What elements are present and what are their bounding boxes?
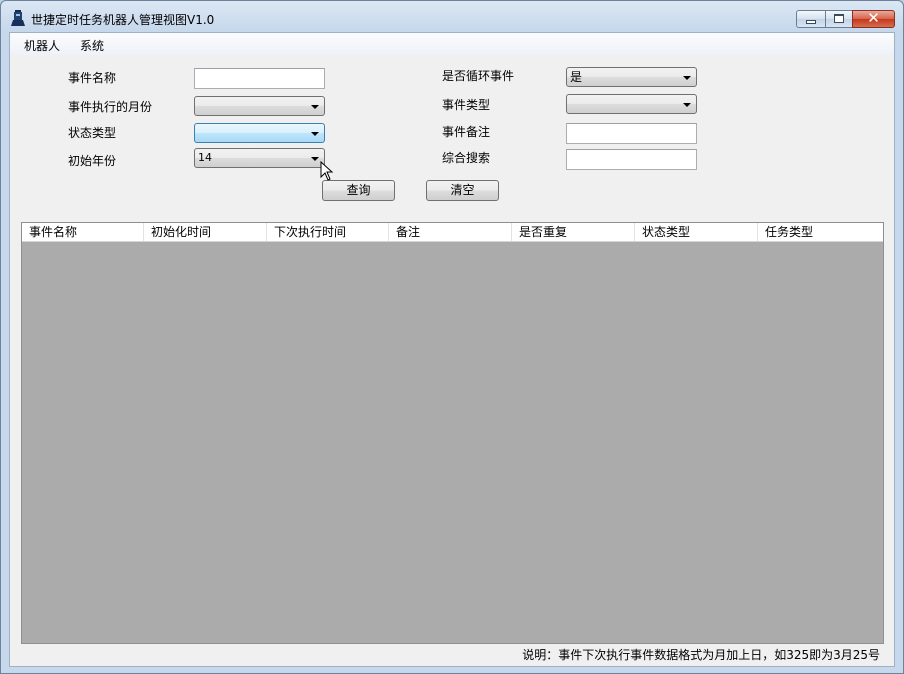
app-window: 世捷定时任务机器人管理视图V1.0 ✕ 机器人 系统 事件名称 事件执行的月份 … xyxy=(0,0,904,674)
chevron-down-icon xyxy=(311,105,319,109)
col-status-type[interactable]: 状态类型 xyxy=(635,223,758,241)
client-area: 机器人 系统 事件名称 事件执行的月份 状态类型 初始年份 14 是否循环事件 … xyxy=(9,32,895,667)
event-name-input[interactable] xyxy=(194,68,325,89)
task-grid[interactable]: 事件名称 初始化时间 下次执行时间 备注 是否重复 状态类型 任务类型 xyxy=(21,222,884,644)
window-title: 世捷定时任务机器人管理视图V1.0 xyxy=(31,13,215,27)
loop-event-value: 是 xyxy=(570,70,583,84)
start-year-combo[interactable]: 14 xyxy=(194,148,325,168)
mouse-cursor-icon xyxy=(320,161,334,181)
maximize-button[interactable] xyxy=(825,10,852,28)
grid-header: 事件名称 初始化时间 下次执行时间 备注 是否重复 状态类型 任务类型 xyxy=(22,223,883,242)
caption-buttons: ✕ xyxy=(796,9,895,28)
event-month-combo[interactable] xyxy=(194,96,325,116)
chevron-down-icon xyxy=(311,157,319,161)
loop-event-label: 是否循环事件 xyxy=(442,69,515,83)
event-month-label: 事件执行的月份 xyxy=(68,100,153,114)
loop-event-combo[interactable]: 是 xyxy=(566,67,697,87)
minimize-icon xyxy=(806,20,816,24)
footer-note: 说明：事件下次执行事件数据格式为月加上日，如325即为3月25号 xyxy=(522,648,880,662)
col-task-type[interactable]: 任务类型 xyxy=(758,223,883,241)
col-repeat[interactable]: 是否重复 xyxy=(512,223,635,241)
chevron-down-icon xyxy=(311,132,319,136)
start-year-value: 14 xyxy=(198,151,212,164)
event-type-combo[interactable] xyxy=(566,94,697,114)
title-bar[interactable]: 世捷定时任务机器人管理视图V1.0 ✕ xyxy=(1,1,903,33)
search-label: 综合搜索 xyxy=(442,151,491,165)
search-input[interactable] xyxy=(566,149,697,170)
minimize-button[interactable] xyxy=(796,10,825,28)
event-note-label: 事件备注 xyxy=(442,125,491,139)
col-event-name[interactable]: 事件名称 xyxy=(22,223,144,241)
status-type-combo[interactable] xyxy=(194,123,325,143)
event-note-input[interactable] xyxy=(566,123,697,144)
close-button[interactable]: ✕ xyxy=(852,9,895,28)
event-name-label: 事件名称 xyxy=(68,71,117,85)
col-next-run[interactable]: 下次执行时间 xyxy=(267,223,389,241)
maximize-icon xyxy=(834,14,844,23)
col-note[interactable]: 备注 xyxy=(389,223,512,241)
clear-button[interactable]: 清空 xyxy=(426,180,499,201)
chevron-down-icon xyxy=(683,103,691,107)
start-year-label: 初始年份 xyxy=(68,154,117,168)
event-type-label: 事件类型 xyxy=(442,98,491,112)
close-icon: ✕ xyxy=(867,9,880,27)
chevron-down-icon xyxy=(683,76,691,80)
robot-app-icon xyxy=(11,10,25,26)
menu-robot[interactable]: 机器人 xyxy=(24,37,60,54)
menu-bar: 机器人 系统 xyxy=(10,33,894,55)
query-button[interactable]: 查询 xyxy=(322,180,395,201)
col-init-time[interactable]: 初始化时间 xyxy=(144,223,267,241)
status-type-label: 状态类型 xyxy=(68,126,117,140)
menu-system[interactable]: 系统 xyxy=(80,37,104,54)
